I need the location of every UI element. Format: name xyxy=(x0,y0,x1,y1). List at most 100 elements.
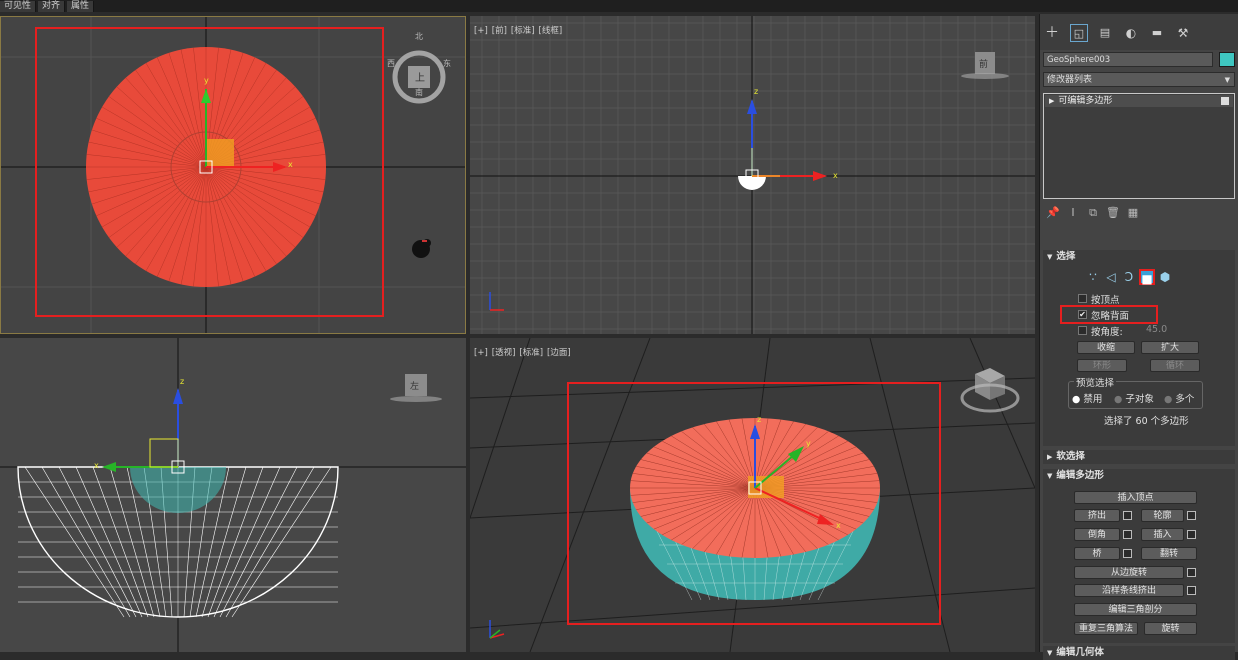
highlight-persp-bowl xyxy=(567,382,941,625)
hinge-from-edge-button[interactable]: 从边旋转 xyxy=(1074,566,1184,579)
edit-triangulation-button[interactable]: 编辑三角剖分 xyxy=(1074,603,1197,616)
front-axis-x: x xyxy=(833,171,838,180)
rollout-edit-polygons-header[interactable]: ▼ 编辑多边形 xyxy=(1043,469,1235,483)
menu-visibility[interactable]: 可见性 xyxy=(0,1,37,12)
radio-selected-icon: ● xyxy=(1072,394,1081,405)
hinge-settings-icon[interactable] xyxy=(1187,568,1196,577)
front-label-view[interactable]: [前] xyxy=(492,26,507,36)
extrude-settings-icon[interactable] xyxy=(1123,511,1132,520)
top-cube-face: 上 xyxy=(415,72,425,84)
edit-polygons-title: 编辑多边形 xyxy=(1056,470,1104,481)
highlight-ignore-backfacing xyxy=(1060,305,1158,324)
front-cube-face: 前 xyxy=(979,58,988,70)
radio-icon: ● xyxy=(1114,394,1123,405)
persp-label-shading[interactable]: [标准] xyxy=(519,348,543,358)
persp-label-mode[interactable]: [边面] xyxy=(547,348,571,358)
retriangulate-button[interactable]: 重复三角算法 xyxy=(1074,622,1138,635)
stack-tools-row: 📌 Ⅰ ⧉ 🗑 ▦ xyxy=(1043,206,1235,222)
hierarchy-tab-icon[interactable]: ▤ xyxy=(1096,24,1114,42)
compass-east: 东 xyxy=(443,58,451,68)
preview-off-label: 禁用 xyxy=(1083,394,1103,405)
angle-spinner[interactable]: 45.0 xyxy=(1146,324,1167,335)
menu-properties[interactable]: 属性 xyxy=(67,1,95,12)
stack-toggle-icon[interactable] xyxy=(1221,97,1229,105)
turn-button[interactable]: 旋转 xyxy=(1144,622,1197,635)
show-end-result-icon[interactable]: Ⅰ xyxy=(1063,206,1083,219)
by-vertex-checkbox[interactable] xyxy=(1078,294,1087,303)
loop-button[interactable]: 循环 xyxy=(1150,359,1200,372)
rollout-soft-selection-header[interactable]: ▶ 软选择 xyxy=(1043,450,1235,464)
modifier-list-dropdown[interactable]: 修改器列表 ▼ xyxy=(1043,72,1235,87)
object-color-swatch[interactable] xyxy=(1219,52,1235,67)
border-mode-icon[interactable]: Ͻ xyxy=(1121,269,1137,285)
radio-icon: ● xyxy=(1164,394,1173,405)
polygon-mode-icon[interactable]: ■ xyxy=(1139,269,1155,286)
viewport-front[interactable]: z x 前 [+] [前] [标准] [线框] xyxy=(470,16,1035,334)
front-label-plus[interactable]: [+] xyxy=(474,26,488,36)
bridge-button[interactable]: 桥 xyxy=(1074,547,1120,560)
bridge-settings-icon[interactable] xyxy=(1123,549,1132,558)
menu-align[interactable]: 对齐 xyxy=(38,1,66,12)
modifier-list-label: 修改器列表 xyxy=(1047,75,1093,85)
edit-geometry-title: 编辑几何体 xyxy=(1056,647,1104,658)
persp-label-plus[interactable]: [+] xyxy=(474,348,488,358)
vertex-mode-icon[interactable]: ∵ xyxy=(1085,269,1101,285)
viewport-perspective[interactable]: z y x [+] [透视] [标准] [边面] xyxy=(470,338,1035,652)
inset-settings-icon[interactable] xyxy=(1187,530,1196,539)
outline-settings-icon[interactable] xyxy=(1187,511,1196,520)
command-panel-tabs: ＋ ◱ ▤ ◐ ▬ ⚒ xyxy=(1040,14,1238,50)
left-axis-z: z xyxy=(180,377,184,386)
front-axis-z: z xyxy=(754,87,758,96)
pin-stack-icon[interactable]: 📌 xyxy=(1043,206,1063,219)
extrude-button[interactable]: 挤出 xyxy=(1074,509,1120,522)
edge-mode-icon[interactable]: ◁ xyxy=(1103,269,1119,285)
ring-button[interactable]: 环形 xyxy=(1077,359,1127,372)
modify-tab-icon[interactable]: ◱ xyxy=(1070,24,1088,42)
front-view-label[interactable]: [+] [前] [标准] [线框] xyxy=(474,24,566,36)
by-vertex-label: 按顶点 xyxy=(1091,295,1120,306)
extrude-along-spline-button[interactable]: 沿样条线挤出 xyxy=(1074,584,1184,597)
stack-item-editable-poly[interactable]: ▶ 可编辑多边形 xyxy=(1045,95,1233,107)
highlight-top-sphere xyxy=(35,27,384,317)
persp-view-label[interactable]: [+] [透视] [标准] [边面] xyxy=(474,346,575,358)
create-tab-icon[interactable]: ＋ xyxy=(1043,24,1061,42)
grow-button[interactable]: 扩大 xyxy=(1141,341,1199,354)
object-name-field[interactable]: GeoSphere003 xyxy=(1043,52,1213,67)
shrink-button[interactable]: 收缩 xyxy=(1077,341,1135,354)
display-tab-icon[interactable]: ▬ xyxy=(1148,24,1166,42)
remove-modifier-icon[interactable]: 🗑 xyxy=(1103,206,1123,219)
chevron-down-icon: ▼ xyxy=(1224,76,1230,84)
selection-title: 选择 xyxy=(1056,251,1076,262)
flip-button[interactable]: 翻转 xyxy=(1141,547,1197,560)
rollout-selection-header[interactable]: ▼ 选择 xyxy=(1043,250,1235,264)
utilities-tab-icon[interactable]: ⚒ xyxy=(1174,24,1192,42)
viewport-left[interactable]: z x 左 xyxy=(0,338,466,652)
insert-vertex-button[interactable]: 插入顶点 xyxy=(1074,491,1197,504)
viewport-top[interactable]: y x 上 北 南 西 东 xyxy=(0,16,466,334)
bevel-settings-icon[interactable] xyxy=(1123,530,1132,539)
make-unique-icon[interactable]: ⧉ xyxy=(1083,206,1103,220)
left-axis-x: x xyxy=(94,461,99,470)
compass-west: 西 xyxy=(387,59,395,68)
persp-label-view[interactable]: [透视] xyxy=(492,348,516,358)
preview-multi-radio[interactable]: ● 多个 xyxy=(1164,391,1194,405)
rollout-edit-polygons-body xyxy=(1043,483,1235,643)
inset-button[interactable]: 插入 xyxy=(1141,528,1184,541)
bevel-button[interactable]: 倒角 xyxy=(1074,528,1120,541)
preview-selection-title: 预览选择 xyxy=(1074,375,1117,389)
front-label-shading[interactable]: [标准] xyxy=(511,26,535,36)
soft-selection-title: 软选择 xyxy=(1056,451,1085,462)
expand-arrow-icon[interactable]: ▶ xyxy=(1049,97,1054,105)
outline-button[interactable]: 轮廓 xyxy=(1141,509,1184,522)
preview-off-radio[interactable]: ● 禁用 xyxy=(1072,391,1102,405)
front-label-mode[interactable]: [线框] xyxy=(539,26,563,36)
by-angle-checkbox[interactable] xyxy=(1078,326,1087,335)
configure-sets-icon[interactable]: ▦ xyxy=(1123,206,1143,219)
element-mode-icon[interactable]: ⬢ xyxy=(1157,269,1173,285)
rollout-edit-geometry-header[interactable]: ▼ 编辑几何体 xyxy=(1043,646,1235,660)
spline-settings-icon[interactable] xyxy=(1187,586,1196,595)
stack-item-label: 可编辑多边形 xyxy=(1058,96,1113,106)
preview-subobj-radio[interactable]: ● 子对象 xyxy=(1114,391,1154,405)
left-cube-face: 左 xyxy=(410,380,419,392)
motion-tab-icon[interactable]: ◐ xyxy=(1122,24,1140,42)
